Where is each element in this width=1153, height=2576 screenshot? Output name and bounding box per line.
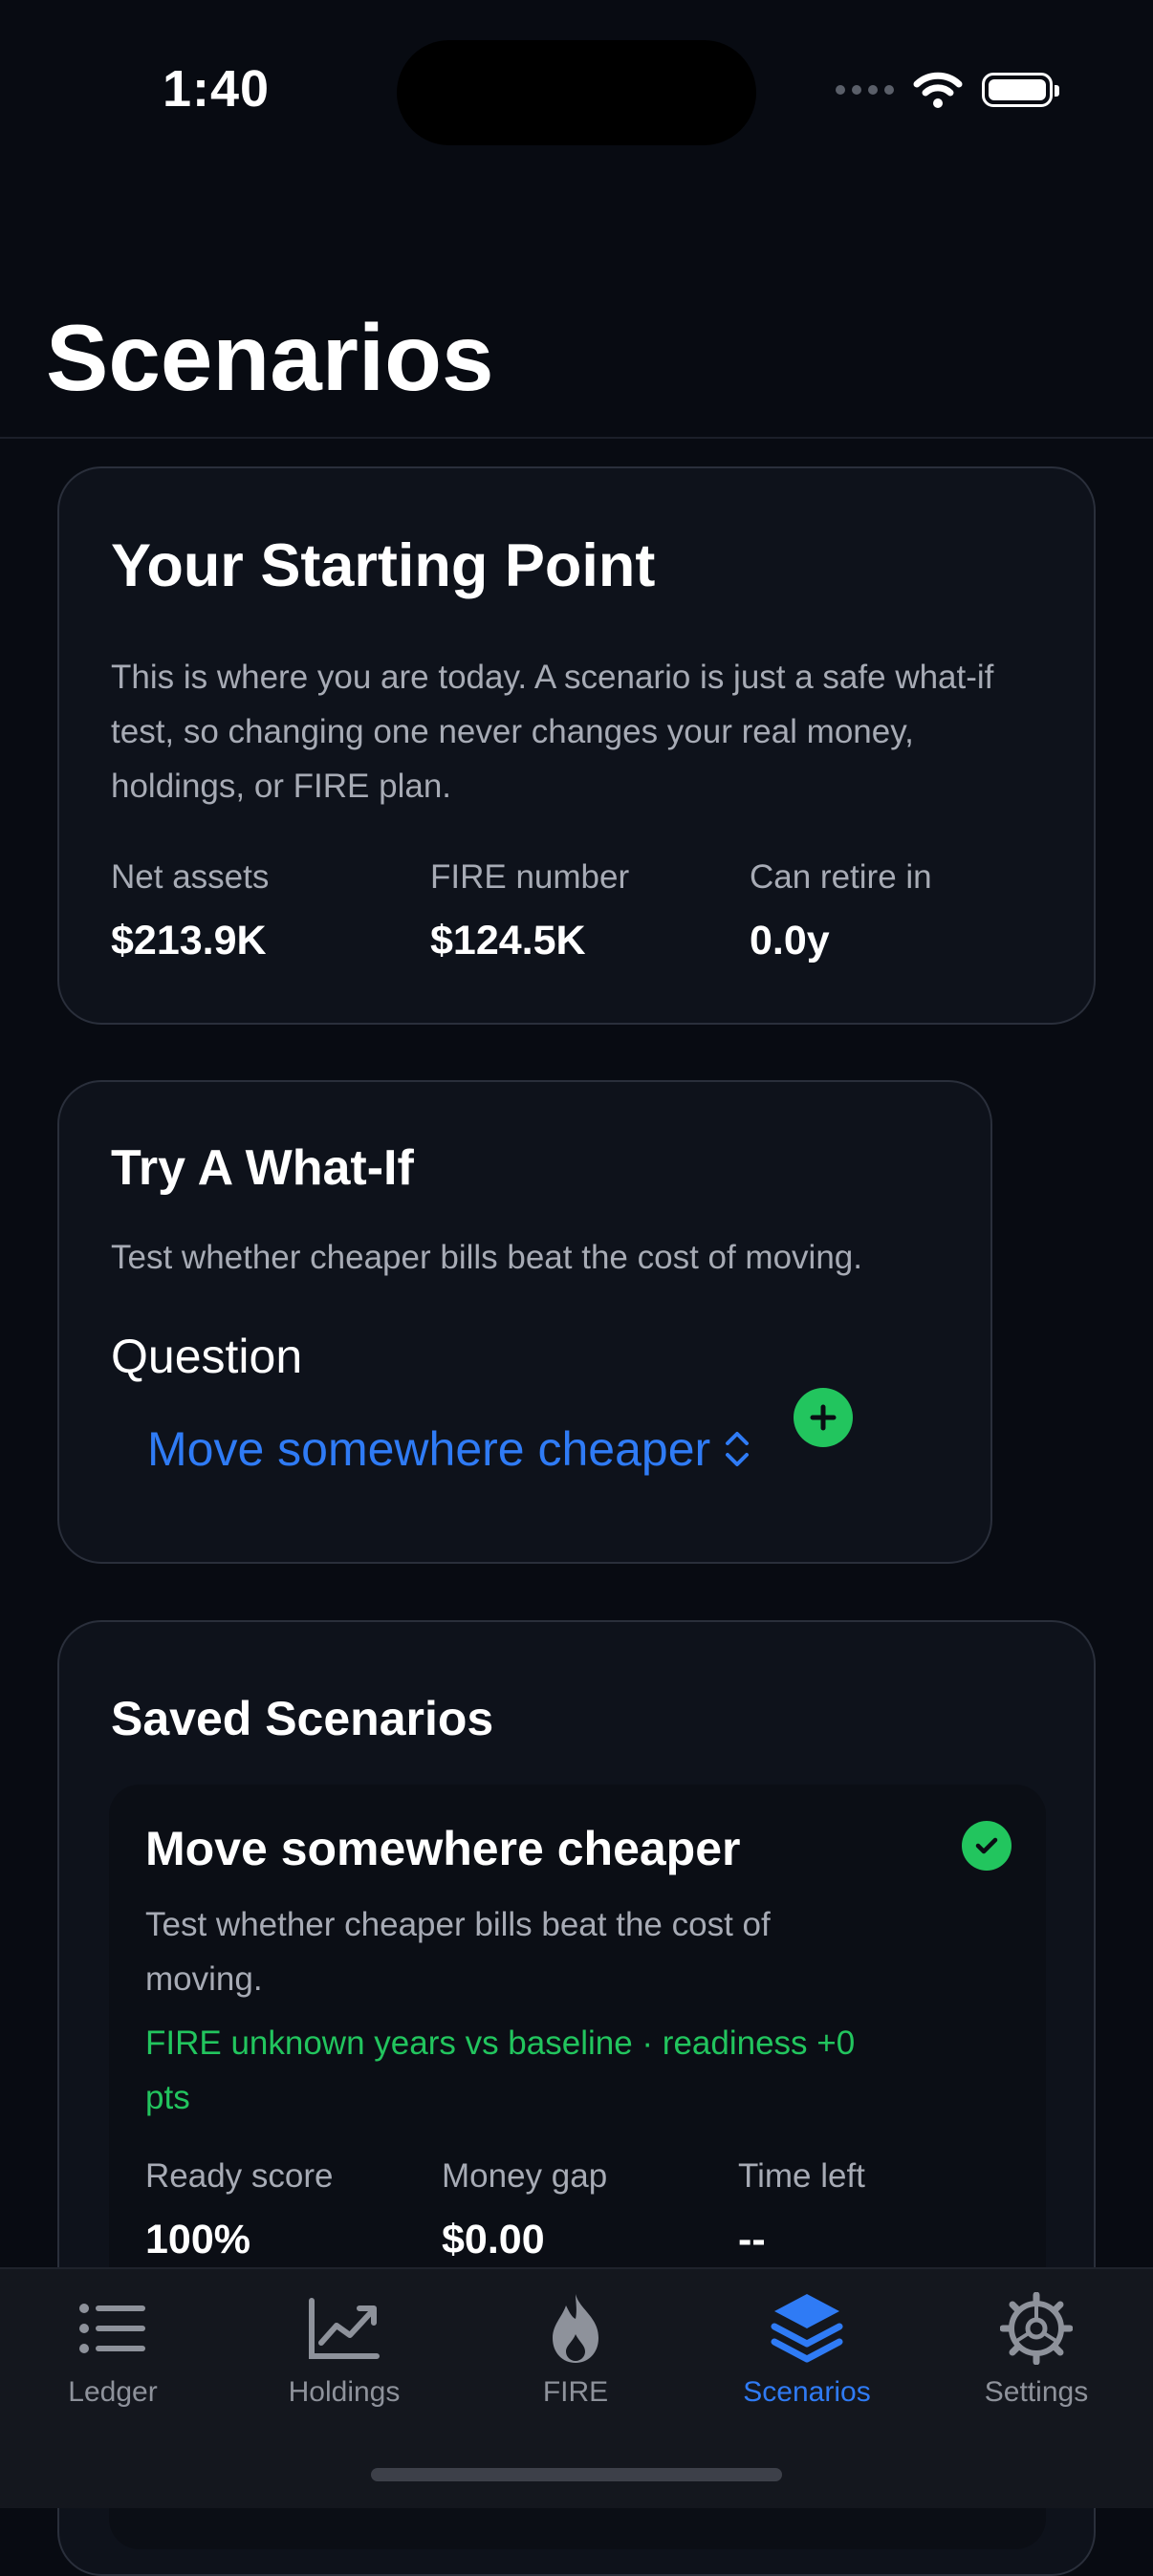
tab-label: FIRE — [542, 2376, 609, 2408]
flame-icon — [537, 2290, 614, 2367]
starting-point-description: This is where you are today. A scenario … — [111, 659, 994, 805]
stat-value: $0.00 — [442, 2217, 545, 2262]
tab-fire[interactable]: FIRE — [480, 2290, 671, 2409]
starting-point-heading: Your Starting Point — [111, 532, 656, 599]
stat-value: -- — [738, 2217, 766, 2262]
tab-holdings[interactable]: Holdings — [249, 2290, 440, 2409]
title-divider — [0, 437, 1153, 439]
add-scenario-button[interactable] — [794, 1388, 853, 1447]
tab-label: Scenarios — [743, 2376, 871, 2408]
status-time: 1:40 — [163, 60, 271, 118]
stat-can-retire-in: Can retire in 0.0y — [750, 858, 932, 964]
tab-label: Holdings — [288, 2376, 401, 2408]
stat-label: FIRE number — [430, 858, 630, 896]
tab-label: Ledger — [68, 2376, 158, 2408]
chevron-up-down-icon — [726, 1432, 750, 1466]
question-picker-value: Move somewhere cheaper — [147, 1422, 711, 1476]
stat-label: Time left — [738, 2157, 865, 2195]
starting-point-card: Your Starting Point This is where you ar… — [57, 466, 1096, 1025]
what-if-heading: Try A What-If — [111, 1140, 414, 1196]
stat-ready-score: Ready score 100% — [145, 2157, 333, 2263]
list-icon — [75, 2290, 151, 2367]
tab-label: Settings — [984, 2376, 1089, 2408]
tab-scenarios[interactable]: Scenarios — [711, 2290, 903, 2409]
page-title: Scenarios — [46, 305, 494, 410]
status-bar: 1:40 — [0, 0, 1153, 182]
stat-fire-number: FIRE number $124.5K — [430, 858, 629, 964]
question-picker[interactable]: Move somewhere cheaper — [147, 1421, 751, 1477]
stat-label: Can retire in — [750, 858, 932, 896]
home-indicator — [371, 2468, 782, 2481]
cellular-icon — [836, 85, 894, 95]
scenario-title: Move somewhere cheaper — [145, 1822, 741, 1875]
dynamic-island — [397, 40, 756, 145]
check-icon — [962, 1821, 1012, 1871]
stat-time-left: Time left -- — [738, 2157, 865, 2263]
scenario-description: Test whether cheaper bills beat the cost… — [145, 1906, 771, 1998]
stat-money-gap: Money gap $0.00 — [442, 2157, 607, 2263]
stat-value: 0.0y — [750, 918, 830, 963]
gear-icon — [998, 2290, 1075, 2367]
wifi-icon — [913, 72, 963, 108]
tab-settings[interactable]: Settings — [941, 2290, 1132, 2409]
question-label: Question — [111, 1330, 303, 1383]
chart-icon — [306, 2290, 382, 2367]
what-if-description: Test whether cheaper bills beat the cost… — [111, 1239, 862, 1276]
what-if-card: Try A What-If Test whether cheaper bills… — [57, 1080, 992, 1564]
saved-scenarios-heading: Saved Scenarios — [111, 1692, 494, 1745]
scenario-delta: FIRE unknown years vs baseline · readine… — [145, 2024, 856, 2116]
stat-value: $213.9K — [111, 918, 267, 963]
tab-ledger[interactable]: Ledger — [17, 2290, 208, 2409]
plus-icon — [810, 1404, 837, 1431]
stat-value: $124.5K — [430, 918, 586, 963]
stat-value: 100% — [145, 2217, 250, 2262]
stat-net-assets: Net assets $213.9K — [111, 858, 269, 964]
layers-icon — [769, 2290, 845, 2367]
status-indicators — [836, 71, 1059, 109]
stat-label: Net assets — [111, 858, 270, 896]
stat-label: Ready score — [145, 2157, 334, 2195]
battery-icon — [982, 73, 1059, 107]
stat-label: Money gap — [442, 2157, 608, 2195]
